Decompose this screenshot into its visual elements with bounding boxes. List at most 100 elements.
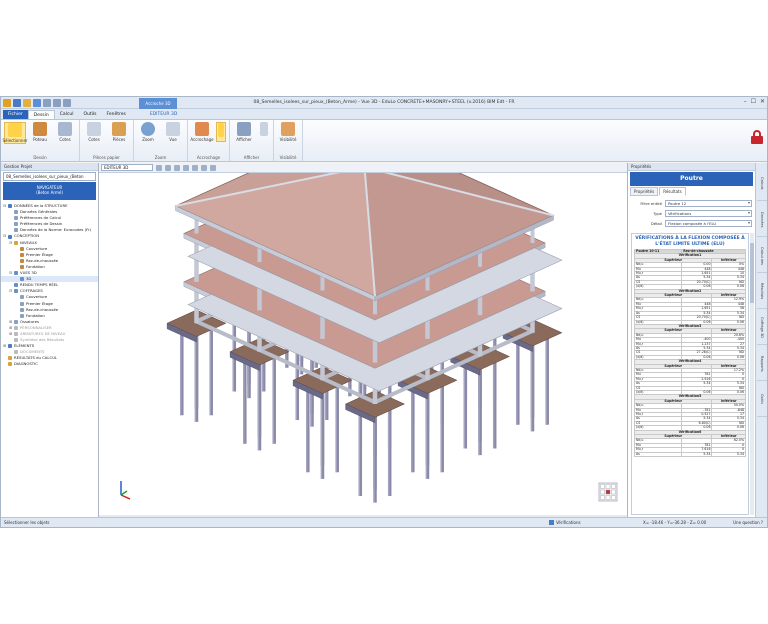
project-manager-panel: Gestion Projet 08_Semelles_isolees_sur_p… [1,163,99,519]
visibility-icon [281,122,295,136]
view-tool-icon[interactable] [201,164,207,171]
tree-node-icon [14,338,18,343]
table-cell: 5.34 [711,451,746,458]
navigator-banner: NAVIGATEUR (Beton Armé) [3,182,96,200]
pieces-button[interactable]: Pièces [108,122,130,142]
undo-icon[interactable] [53,98,61,107]
results-table: Poutre 10-11 Rez-de-chaussée Vérification1… [633,248,746,458]
tab-editeur-3d[interactable]: EDITEUR 3D [145,110,182,119]
verification-icon [549,520,554,525]
view-cube-cell [605,495,611,500]
cotes-button[interactable]: Cotes [54,122,76,144]
view-tool-icon[interactable] [210,164,216,171]
close-button[interactable]: ✕ [760,98,765,105]
project-combo[interactable]: 08_Semelles_isolees_sur_pieux_(Beton [3,172,96,181]
side-tab[interactable]: Calculs [757,167,767,201]
group-label: Visibilité [279,155,297,160]
tab-proprietes[interactable]: Propriétés [630,187,659,196]
dimension-icon [58,122,72,136]
detail-select[interactable]: Flexion composée à l'ELU [665,220,752,227]
workspace: Gestion Projet 08_Semelles_isolees_sur_p… [1,163,767,519]
type-select[interactable]: Vérifications [665,210,752,217]
tree-node-icon [20,295,24,300]
minimize-button[interactable]: – [744,98,747,105]
report-scrollbar[interactable] [750,233,754,515]
save-icon[interactable] [33,98,41,107]
view-tool-icon[interactable] [192,164,198,171]
status-hint: Sélectionner les objets [4,520,50,525]
ribbon: Sélectionner Poteau Cotes Dessin Cotes P… [1,120,767,162]
context-tab-label: Accroche 3D [139,98,177,109]
side-tab[interactable]: Coffrage 3D [757,311,767,345]
panel-header: Gestion Projet [1,163,98,171]
snap-toggle[interactable] [216,122,226,142]
view-tool-icon[interactable] [174,164,180,171]
app-icon[interactable] [3,98,11,107]
group-label: Afficher [243,155,260,160]
poteau-button[interactable]: Poteau [29,122,51,144]
tree-item[interactable]: DIAGNOSTIC [1,361,98,367]
view-tool-icon[interactable] [156,164,162,171]
tree-node-icon [14,350,18,355]
tab-outils[interactable]: Outils [78,110,101,119]
tab-fichier[interactable]: Fichier [3,110,28,119]
display-button[interactable]: Afficher [233,122,255,142]
print-icon[interactable] [43,98,51,107]
side-tab[interactable]: Calcul des paramètres [757,239,767,273]
redo-icon[interactable] [63,98,71,107]
results-report: VÉRIFICATIONS À LA FLEXION COMPOSÉE À L'… [631,233,749,515]
tree-node-icon [14,222,18,227]
view-button[interactable]: Vue [162,122,184,142]
copy-icon [87,122,101,136]
tree-node-icon [8,356,12,361]
tree-node-icon [8,234,12,239]
tree-node-icon [8,362,12,367]
view-tool-icon[interactable] [165,164,171,171]
tree-node-icon [8,344,12,349]
tree-node-icon [20,313,24,318]
tab-dessin[interactable]: Dessin [27,110,55,119]
copy-button[interactable]: Cotes [83,122,105,142]
scroll-thumb[interactable] [750,243,754,303]
status-verifications[interactable]: Vérifications [549,518,581,527]
tree-node-icon [14,216,18,221]
status-bar: Sélectionner les objets Vérifications X=… [1,517,767,527]
view-cube-cell [605,489,611,495]
select-button[interactable]: Sélectionner [2,122,28,144]
new-icon[interactable] [13,98,21,107]
view-cube-cell [611,495,616,500]
view-tool-icon[interactable] [183,164,189,171]
tree-node-icon [8,204,12,209]
help-question[interactable]: Une question ? [733,518,763,527]
snap-icon [195,122,209,136]
ribbon-group-afficher: Afficher Afficher [230,120,274,161]
display-options-button[interactable] [258,122,270,142]
tab-calcul[interactable]: Calcul [55,110,79,119]
tab-resultats[interactable]: Résultats [659,187,686,196]
view-cube-cell [611,489,616,495]
tree-node-icon [14,283,18,288]
tree-node-icon [14,332,18,337]
magnet-icon [218,123,224,137]
side-tab[interactable]: Outils [757,383,767,417]
ribbon-group-pieces: Cotes Pièces Pièces papier [80,120,134,161]
view-cube-cell [600,484,605,489]
editor-combo[interactable]: EDITEUR 3D [101,164,153,171]
maximize-button[interactable]: ☐ [751,98,756,105]
filter-select[interactable]: Poutre 12 [665,200,752,207]
table-row: As 5.34 5.34 [633,451,746,458]
zoom-button[interactable]: Zoom [137,122,159,142]
side-tab[interactable]: Résultats [757,275,767,309]
lock-icon[interactable] [751,130,763,144]
visibility-button[interactable]: Visibilité [277,122,299,142]
side-tab[interactable]: Données générales [757,203,767,237]
ribbon-group-visibilite: Visibilité Visibilité [274,120,303,161]
display-icon [237,122,251,136]
tab-fenetres[interactable]: Fenêtres [102,110,131,119]
application-window: Accroche 3D 08_Semelles_isolees_sur_pieu… [0,96,768,528]
side-tab[interactable]: Rapports [757,347,767,381]
3d-model-viewport[interactable] [99,173,627,515]
open-icon[interactable] [23,98,31,107]
table-cell: As [633,451,683,458]
snap-button[interactable]: Accrochage [190,122,214,142]
